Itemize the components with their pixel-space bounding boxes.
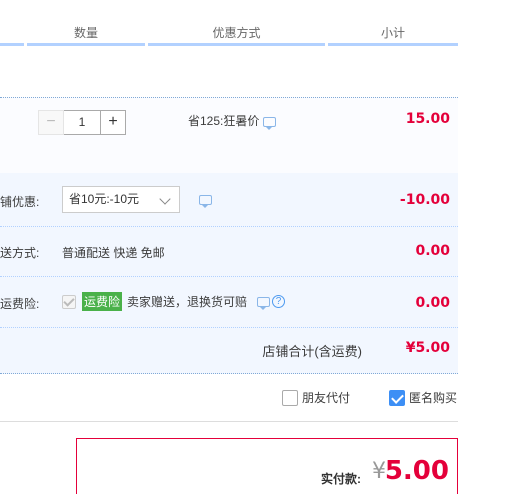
shipping-label: 送方式: — [0, 246, 40, 260]
item-subtotal: 15.00 — [405, 111, 450, 127]
quantity-input[interactable]: 1 — [64, 110, 100, 135]
payment-options: 朋友代付 匿名购买 — [0, 375, 458, 422]
shipping-row: 送方式: 普通配送 快递 免邮 0.00 — [0, 227, 458, 277]
shop-discount-select[interactable]: 省10元:-10元 — [62, 186, 180, 213]
insurance-amount: 0.00 — [415, 295, 450, 311]
friend-pay-label: 朋友代付 — [302, 391, 351, 405]
header-col-quantity: 数量 — [27, 22, 145, 46]
friend-pay-option[interactable]: 朋友代付 — [282, 389, 350, 406]
order-item-row: − 1 + 省125:狂暑价 15.00 — [0, 97, 458, 173]
chevron-down-icon — [159, 193, 171, 205]
header-col-subtotal: 小计 — [328, 22, 458, 46]
insurance-row: 运费险: 运费险 卖家赠送，退换货可赔 ? 0.00 — [0, 277, 458, 328]
shop-discount-selected: 省10元:-10元 — [69, 192, 140, 206]
anonymous-purchase-checkbox[interactable] — [389, 389, 405, 406]
promotion-text: 省125:狂暑价 — [188, 114, 260, 128]
table-header: 数量 优惠方式 小计 — [0, 22, 458, 46]
shop-total-label: 店铺合计(含运费) — [262, 344, 362, 359]
shop-discount-row: 铺优惠: 省10元:-10元 -10.00 — [0, 173, 458, 227]
shop-discount-label: 铺优惠: — [0, 195, 40, 209]
message-icon[interactable] — [199, 195, 212, 208]
payment-amount: 5.00 — [384, 456, 449, 486]
anonymous-purchase-label: 匿名购买 — [409, 391, 458, 405]
shop-total-row: 店铺合计(含运费) ¥5.00 — [0, 328, 458, 374]
shipping-amount: 0.00 — [415, 243, 450, 259]
message-icon[interactable] — [257, 296, 271, 310]
shipping-method: 普通配送 快递 免邮 — [62, 246, 165, 260]
insurance-label: 运费险: — [0, 297, 40, 311]
insurance-tag: 运费险 — [82, 292, 123, 311]
quantity-stepper: − 1 + — [38, 110, 126, 135]
header-col-promotion: 优惠方式 — [148, 22, 325, 46]
header-col-product — [0, 22, 24, 46]
payment-label: 实付款: — [321, 472, 361, 486]
anonymous-purchase-option[interactable]: 匿名购买 — [389, 389, 457, 406]
decrease-quantity-button[interactable]: − — [38, 110, 64, 135]
insurance-checkbox — [62, 294, 76, 309]
help-icon[interactable]: ? — [272, 295, 286, 308]
shop-discount-amount: -10.00 — [399, 192, 450, 208]
message-icon[interactable] — [263, 117, 277, 130]
increase-quantity-button[interactable]: + — [100, 110, 126, 135]
insurance-text: 卖家赠送，退换货可赔 — [127, 295, 248, 309]
item-promotion: 省125:狂暑价 — [188, 112, 277, 130]
shop-total-amount: ¥5.00 — [405, 340, 450, 356]
insurance-info: 运费险 卖家赠送，退换货可赔 ? — [62, 292, 286, 311]
payment-summary: 实付款: ¥ 5.00 — [76, 438, 458, 494]
friend-pay-checkbox[interactable] — [282, 389, 298, 406]
